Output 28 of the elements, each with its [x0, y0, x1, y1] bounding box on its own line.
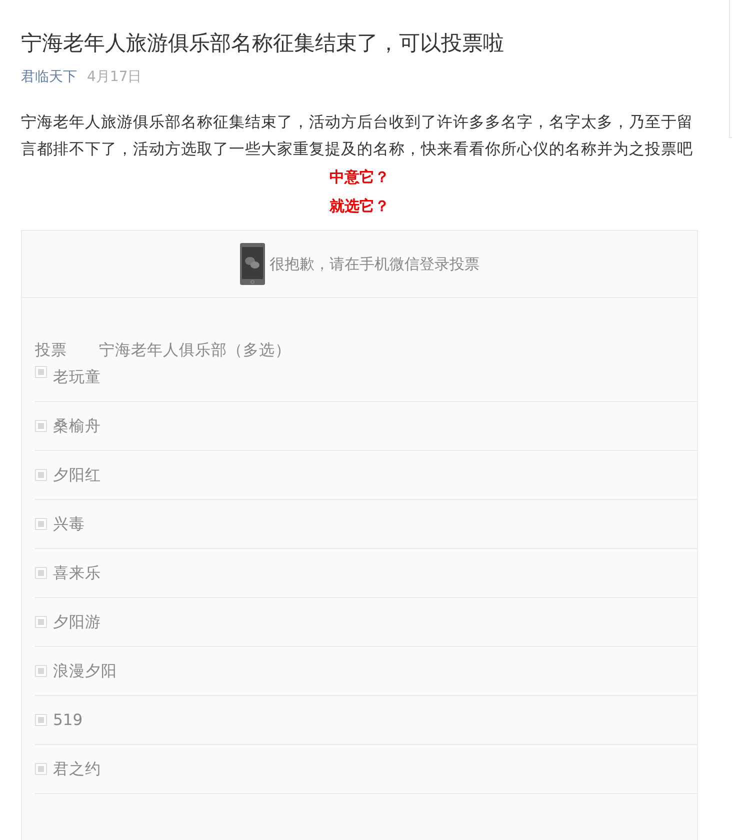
checkbox[interactable] [35, 616, 47, 628]
option-label: 老玩童 [53, 367, 101, 388]
option-label: 君之约 [53, 759, 101, 780]
phone-chat-icon [240, 243, 264, 285]
checkbox[interactable] [35, 469, 47, 481]
option-label: 桑榆舟 [53, 416, 101, 437]
checkbox[interactable] [35, 567, 47, 579]
option-label: 夕阳红 [53, 465, 101, 486]
checkbox[interactable] [35, 366, 47, 378]
option-label: 519 [53, 710, 83, 731]
checkbox[interactable] [35, 665, 47, 677]
checkbox[interactable] [35, 714, 47, 726]
vote-label: 投票 [35, 340, 67, 361]
option-label: 夕阳游 [53, 612, 101, 633]
highlight-text: 就选它？ [328, 196, 390, 217]
checkbox[interactable] [35, 518, 47, 530]
publish-date: 4月17日 [87, 68, 142, 87]
option-label: 喜来乐 [53, 563, 101, 584]
article-paragraph: 宁海老年人旅游俱乐部名称征集结束了，活动方后台收到了许许多多名字，名字太多，乃至于留言都排不下了，活动方选取了一些大家重复提及的名称，快来看看你所心仪的名称并为之投票吧 [21, 112, 694, 160]
vote-question: 宁海老年人俱乐部（多选） [99, 340, 291, 361]
checkbox[interactable] [35, 763, 47, 775]
highlight-text: 中意它？ [328, 167, 390, 188]
checkbox[interactable] [35, 420, 47, 432]
option-label: 浪漫夕阳 [53, 661, 117, 682]
author-link[interactable]: 君临天下 [21, 67, 77, 87]
option-label: 兴毒 [53, 514, 85, 535]
article-title: 宁海老年人旅游俱乐部名称征集结束了，可以投票啦 [21, 30, 505, 57]
login-notice: 很抱歉，请在手机微信登录投票 [270, 254, 480, 274]
